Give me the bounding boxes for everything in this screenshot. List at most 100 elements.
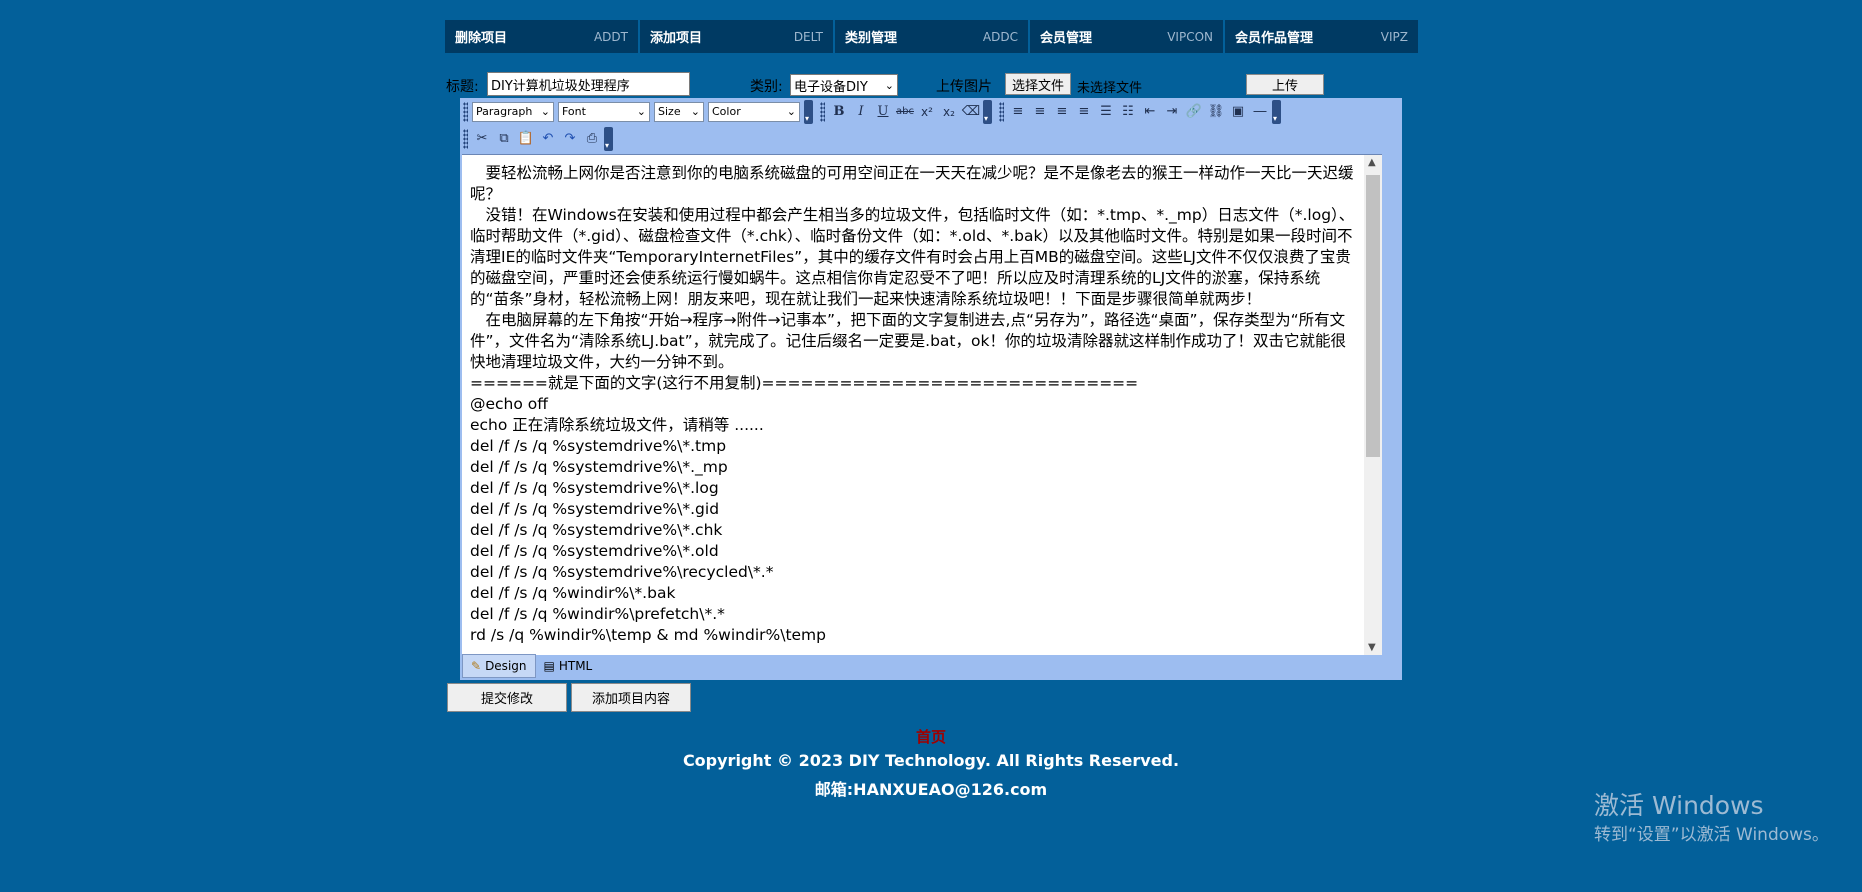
title-input[interactable] bbox=[487, 72, 690, 96]
size-select[interactable]: Size ⌄ bbox=[654, 101, 704, 122]
content-line: rd /s /q %windir%\temp & md %windir%\tem… bbox=[470, 626, 826, 644]
nav-item-delete-project[interactable]: 删除项目 ADDT bbox=[445, 20, 638, 53]
tab-html-label: HTML bbox=[558, 659, 593, 673]
nav-label: 会员作品管理 bbox=[1235, 31, 1314, 46]
html-source-icon: ▤ bbox=[543, 659, 555, 673]
font-select-label: Font bbox=[562, 105, 586, 118]
chevron-down-icon: ⌄ bbox=[690, 105, 700, 118]
toolbar-end-icon[interactable] bbox=[1272, 99, 1281, 124]
eraser-icon[interactable]: ⌫ bbox=[961, 102, 981, 122]
scroll-down-icon[interactable]: ▼ bbox=[1368, 642, 1376, 653]
scrollbar-thumb[interactable] bbox=[1366, 175, 1380, 457]
align-justify-icon[interactable]: ≡ bbox=[1074, 102, 1094, 122]
numbered-list-icon[interactable]: ☷ bbox=[1118, 102, 1138, 122]
footer-home-link[interactable]: 首页 bbox=[916, 728, 946, 746]
unlink-icon[interactable]: ⛓ bbox=[1206, 102, 1226, 122]
content-line: del /f /s /q %systemdrive%\*.gid bbox=[470, 500, 720, 518]
nav-item-category-manage[interactable]: 类别管理 ADDC bbox=[835, 20, 1028, 53]
superscript-icon[interactable]: x² bbox=[917, 102, 937, 122]
bold-icon[interactable]: B bbox=[829, 102, 849, 122]
editor-mode-tabs: ✎ Design ▤ HTML bbox=[462, 654, 600, 678]
toolbar-grip-icon bbox=[463, 101, 468, 122]
nav-code: VIPCON bbox=[1167, 29, 1213, 44]
title-label: 标题: bbox=[446, 79, 479, 95]
color-select[interactable]: Color ⌄ bbox=[708, 101, 800, 122]
toolbar-grip-icon bbox=[463, 128, 468, 149]
watermark-activate-windows: 激活 Windows bbox=[1594, 791, 1764, 820]
font-select[interactable]: Font ⌄ bbox=[558, 101, 650, 122]
add-project-content-button[interactable]: 添加项目内容 bbox=[571, 683, 691, 712]
bullet-list-icon[interactable]: ☰ bbox=[1096, 102, 1116, 122]
paste-icon[interactable]: 📋 bbox=[516, 129, 536, 149]
nav-label: 添加项目 bbox=[650, 31, 703, 46]
cut-icon[interactable]: ✂ bbox=[472, 129, 492, 149]
italic-icon[interactable]: I bbox=[851, 102, 871, 122]
submit-changes-button[interactable]: 提交修改 bbox=[447, 683, 567, 712]
rich-text-editor: Paragraph⌄ Font⌄ Size⌄ Color⌄ B I U abc … bbox=[460, 98, 1402, 680]
indent-icon[interactable]: ⇥ bbox=[1162, 102, 1182, 122]
category-value: 电子设备DIY bbox=[794, 79, 868, 95]
subscript-icon[interactable]: x₂ bbox=[939, 102, 959, 122]
nav-code: VIPZ bbox=[1380, 29, 1408, 44]
align-right-icon[interactable]: ≡ bbox=[1052, 102, 1072, 122]
toolbar-end-icon[interactable] bbox=[983, 99, 992, 124]
content-line: del /f /s /q %systemdrive%\recycled\*.* bbox=[470, 563, 774, 581]
tab-html[interactable]: ▤ HTML bbox=[536, 655, 601, 677]
content-line: echo 正在清除系统垃圾文件，请稍等 ...... bbox=[470, 416, 764, 434]
content-line: del /f /s /q %windir%\prefetch\*.* bbox=[470, 605, 725, 623]
category-label: 类别: bbox=[750, 79, 783, 95]
chevron-down-icon: ⌄ bbox=[884, 78, 894, 92]
content-paragraph: 没错！在Windows在安装和使用过程中都会产生相当多的垃圾文件，包括临时文件（… bbox=[470, 206, 1355, 308]
nav-code: ADDC bbox=[982, 29, 1018, 44]
upload-button[interactable]: 上传 bbox=[1246, 74, 1324, 95]
content-line: del /f /s /q %windir%\*.bak bbox=[470, 584, 676, 602]
content-paragraph: 在电脑屏幕的左下角按“开始→程序→附件→记事本”，把下面的文字复制进去,点“另存… bbox=[470, 311, 1346, 371]
chevron-down-icon: ⌄ bbox=[540, 105, 550, 118]
tab-design[interactable]: ✎ Design bbox=[462, 654, 536, 678]
nav-item-add-project[interactable]: 添加项目 DELT bbox=[640, 20, 833, 53]
content-line: ======就是下面的文字(这行不用复制)===================… bbox=[470, 374, 1139, 392]
content-line: del /f /s /q %systemdrive%\*.chk bbox=[470, 521, 723, 539]
paragraph-select[interactable]: Paragraph ⌄ bbox=[472, 101, 554, 122]
align-left-icon[interactable]: ≡ bbox=[1008, 102, 1028, 122]
editor-text: 要轻松流畅上网你是否注意到你的电脑系统磁盘的可用空间正在一天天在减少呢？是不是像… bbox=[462, 155, 1364, 646]
nav-label: 删除项目 bbox=[455, 31, 508, 46]
content-line: del /f /s /q %systemdrive%\*._mp bbox=[470, 458, 728, 476]
color-select-label: Color bbox=[712, 105, 741, 118]
footer-home-row: 首页 bbox=[0, 726, 1862, 747]
paragraph-select-label: Paragraph bbox=[476, 105, 533, 118]
content-line: del /f /s /q %systemdrive%\*.tmp bbox=[470, 437, 727, 455]
choose-file-button[interactable]: 选择文件 bbox=[1005, 73, 1071, 95]
toolbar-end-icon[interactable] bbox=[804, 99, 813, 124]
upload-image-label: 上传图片 bbox=[936, 79, 992, 95]
scroll-up-icon[interactable]: ▲ bbox=[1368, 157, 1376, 168]
chevron-down-icon: ⌄ bbox=[636, 105, 646, 118]
undo-icon[interactable]: ↶ bbox=[538, 129, 558, 149]
underline-icon[interactable]: U bbox=[873, 102, 893, 122]
top-nav: 删除项目 ADDT 添加项目 DELT 类别管理 ADDC 会员管理 VIPCO… bbox=[445, 20, 1418, 53]
watermark-activate-hint: 转到“设置”以激活 Windows。 bbox=[1594, 825, 1829, 845]
nav-label: 类别管理 bbox=[845, 31, 898, 46]
footer-email: 邮箱:HANXUEAO@126.com bbox=[814, 780, 1048, 799]
horizontal-rule-icon[interactable]: ― bbox=[1250, 102, 1270, 122]
nav-item-member-works[interactable]: 会员作品管理 VIPZ bbox=[1225, 20, 1418, 53]
toolbar-end-icon[interactable] bbox=[604, 126, 613, 151]
nav-code: DELT bbox=[793, 29, 823, 44]
editor-content-area[interactable]: 要轻松流畅上网你是否注意到你的电脑系统磁盘的可用空间正在一天天在减少呢？是不是像… bbox=[462, 154, 1382, 655]
insert-image-icon[interactable]: ▣ bbox=[1228, 102, 1248, 122]
category-select[interactable]: 电子设备DIY ⌄ bbox=[790, 74, 898, 96]
strikethrough-icon[interactable]: abc bbox=[895, 102, 915, 122]
size-select-label: Size bbox=[658, 105, 681, 118]
content-line: @echo off bbox=[470, 395, 548, 413]
align-center-icon[interactable]: ≡ bbox=[1030, 102, 1050, 122]
footer-copyright: Copyright © 2023 DIY Technology. All Rig… bbox=[682, 751, 1180, 770]
no-file-text: 未选择文件 bbox=[1077, 81, 1143, 96]
copy-icon[interactable]: ⧉ bbox=[494, 129, 514, 149]
nav-item-member-manage[interactable]: 会员管理 VIPCON bbox=[1030, 20, 1223, 53]
redo-icon[interactable]: ↷ bbox=[560, 129, 580, 149]
insert-link-icon[interactable]: 🔗 bbox=[1184, 102, 1204, 122]
print-icon[interactable]: ⎙ bbox=[582, 129, 602, 149]
outdent-icon[interactable]: ⇤ bbox=[1140, 102, 1160, 122]
design-pencil-icon: ✎ bbox=[471, 659, 482, 673]
editor-scrollbar[interactable]: ▲ ▼ bbox=[1364, 155, 1382, 655]
